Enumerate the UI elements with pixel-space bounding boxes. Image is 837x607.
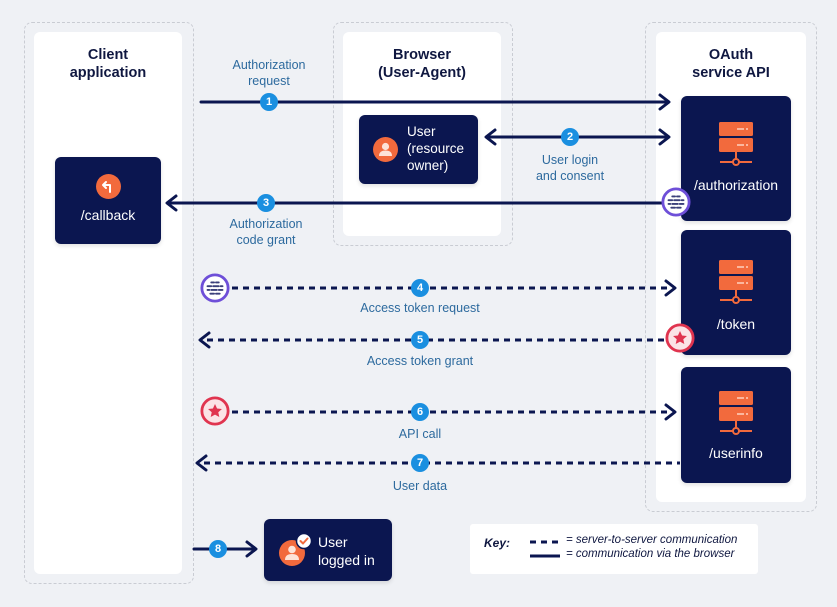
flow-7-label: User data	[392, 479, 448, 493]
flow-4-arrowhead	[664, 279, 677, 297]
key-solid-line	[530, 554, 560, 558]
step-badge-7: 7	[411, 454, 429, 472]
access-token-star-icon	[200, 396, 230, 426]
step-badge-6: 6	[411, 403, 429, 421]
authorization-code-icon	[200, 273, 230, 303]
key-title: Key:	[484, 536, 511, 550]
legend-key: Key: = server-to-server communication = …	[470, 524, 758, 574]
step-badge-5: 5	[411, 331, 429, 349]
access-token-star-icon	[665, 323, 695, 353]
step-badge-8: 8	[209, 540, 227, 558]
step-badge-4: 4	[411, 279, 429, 297]
flow-1-label: Authorization request	[232, 58, 306, 88]
flow-5-label: Access token grant	[366, 354, 474, 368]
step-badge-2: 2	[561, 128, 579, 146]
step-badge-3: 3	[257, 194, 275, 212]
flow-4-label: Access token request	[360, 301, 480, 315]
key-solid-text: = communication via the browser	[566, 548, 735, 560]
flow-6-arrowhead	[664, 403, 677, 421]
flow-6-label: API call	[398, 427, 442, 441]
step-badge-1: 1	[260, 93, 278, 111]
key-dashed-line	[530, 540, 560, 544]
authorization-code-icon	[661, 187, 691, 217]
flow-2-label: User login and consent	[535, 153, 605, 183]
flow-3-label: Authorization code grant	[229, 217, 303, 247]
key-dashed-text: = server-to-server communication	[566, 534, 738, 546]
